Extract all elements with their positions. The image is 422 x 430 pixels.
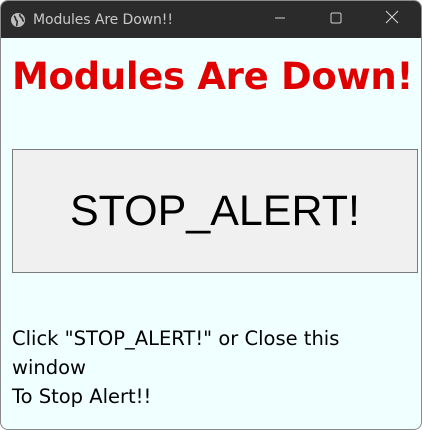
alert-message-line-1: Click "STOP_ALERT!" or Close this window xyxy=(12,327,340,379)
minimize-icon xyxy=(274,11,286,29)
alert-window: Modules Are Down!! Modules Are Down! STO… xyxy=(0,0,422,430)
globe-icon xyxy=(10,12,26,28)
close-icon xyxy=(385,10,399,29)
minimize-button[interactable] xyxy=(252,1,308,38)
alert-message-line-2: To Stop Alert!! xyxy=(12,385,152,408)
stop-alert-button[interactable]: STOP_ALERT! xyxy=(12,149,418,273)
window-title: Modules Are Down!! xyxy=(33,11,173,28)
alert-message: Click "STOP_ALERT!" or Close this window… xyxy=(12,324,412,411)
title-bar[interactable]: Modules Are Down!! xyxy=(1,1,421,38)
maximize-icon xyxy=(330,11,342,29)
maximize-button[interactable] xyxy=(308,1,364,38)
alert-heading: Modules Are Down! xyxy=(12,55,414,98)
close-button[interactable] xyxy=(364,1,420,38)
